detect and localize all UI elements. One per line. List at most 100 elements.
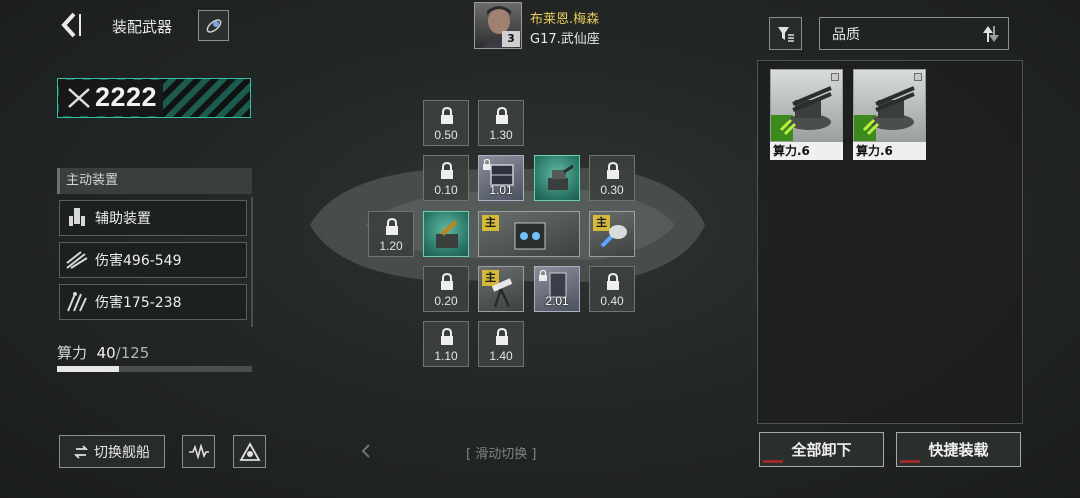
lock-icon <box>441 107 453 124</box>
cannon-icon <box>436 220 458 248</box>
lock-icon <box>386 218 398 235</box>
equipment-slot-locked[interactable]: 1.10 <box>423 321 469 367</box>
equipment-slot-cannon[interactable] <box>423 211 469 257</box>
lock-icon <box>607 162 619 179</box>
lock-icon <box>607 273 619 290</box>
slot-compute-value: 1.40 <box>489 349 513 363</box>
item-label: 算力.6 <box>853 142 926 160</box>
slot-compute-value: 1.30 <box>489 128 513 142</box>
launcher-icon <box>491 278 513 308</box>
switch-ship-label: 切换舰船 <box>94 444 150 461</box>
missile-damage-row[interactable]: 伤害496-549 <box>59 242 247 278</box>
panel-divider <box>251 197 253 327</box>
wave-button[interactable] <box>182 435 215 468</box>
unequip-all-button[interactable]: 全部卸下 <box>759 432 884 467</box>
unequip-all-label: 全部卸下 <box>791 441 852 459</box>
support-device-icon <box>69 208 85 226</box>
equipment-slot-locked[interactable]: 1.20 <box>368 211 414 257</box>
triangle-emblem-icon <box>238 441 261 461</box>
emblem-button[interactable] <box>233 435 266 468</box>
slot-compute-value: 2.01 <box>545 294 569 308</box>
pilot-avatar[interactable]: 3 <box>474 2 522 49</box>
quick-equip-label: 快捷装载 <box>928 441 989 459</box>
lock-icon <box>441 328 453 345</box>
item-label: 算力.6 <box>770 142 843 160</box>
equipment-slot-main-drill[interactable]: 主 <box>589 211 635 257</box>
equipment-slot-locked[interactable]: 0.20 <box>423 266 469 312</box>
equipment-slot-armor[interactable]: 2.01 <box>534 266 580 312</box>
inventory-item[interactable]: 算力.6 <box>770 69 843 161</box>
support-device-text: 辅助装置 <box>95 211 151 227</box>
drill-icon <box>600 225 627 248</box>
combat-power-box: 2222 <box>57 78 251 118</box>
combat-power-value: 2222 <box>95 82 158 112</box>
slot-compute-value: 0.40 <box>600 294 624 308</box>
slot-compute-value: 0.20 <box>434 294 458 308</box>
swipe-hint-text: [ 滑动切换 ] <box>466 447 537 462</box>
button-decoration <box>763 460 783 463</box>
equipment-slot-locked[interactable]: 0.50 <box>423 100 469 146</box>
equipment-slot-main-launcher[interactable]: 主 <box>478 266 524 312</box>
switch-ship-button[interactable]: 切换舰船 <box>59 435 165 468</box>
rocket-icon <box>206 18 221 33</box>
active-device-label: 主动装置 <box>57 168 252 194</box>
equipment-slot-locked[interactable]: 1.30 <box>478 100 524 146</box>
back-arrow-icon <box>61 12 81 38</box>
pilot-name: 布莱恩.梅森 <box>530 12 600 27</box>
slot-compute-value: 0.50 <box>434 128 458 142</box>
slot-compute-value: 1.10 <box>434 349 458 363</box>
page-title: 装配武器 <box>112 18 173 36</box>
equipment-slot-main-core[interactable]: 主 <box>478 211 580 257</box>
quick-equip-button[interactable]: 快捷装载 <box>896 432 1021 467</box>
equipment-slot-turret[interactable] <box>534 155 580 201</box>
missile-icon <box>66 251 88 269</box>
crossed-swords-icon <box>68 88 90 108</box>
sort-arrows-icon <box>983 26 999 42</box>
ship-name: G17.武仙座 <box>530 32 600 47</box>
equipment-slot-locked[interactable]: 0.30 <box>589 155 635 201</box>
equipment-slot-locked[interactable]: 0.40 <box>589 266 635 312</box>
swipe-hint-label: 滑动切换 <box>475 447 528 462</box>
slot-compute-value: 0.10 <box>434 183 458 197</box>
lock-icon <box>496 328 508 345</box>
compute-progress-bar <box>57 366 252 372</box>
filter-button[interactable] <box>769 17 802 50</box>
slot-compute-value: 1.20 <box>379 239 403 253</box>
quality-sort-label: 品质 <box>832 26 860 43</box>
compute-current: 40 <box>96 344 116 362</box>
compute-title: 算力 <box>57 344 88 362</box>
swap-icon <box>74 444 88 459</box>
quality-sort-select[interactable]: 品质 <box>819 17 1009 50</box>
lock-icon <box>441 273 453 290</box>
equipment-slot-hull-module[interactable]: 1.01 <box>478 155 524 201</box>
guide-button[interactable] <box>198 10 229 41</box>
lock-icon <box>441 162 453 179</box>
button-decoration <box>900 460 920 463</box>
compute-max: /125 <box>115 344 150 362</box>
wave-icon <box>188 443 209 460</box>
turret-icon <box>548 164 574 190</box>
chevron-left-icon[interactable] <box>360 443 372 459</box>
item-image <box>770 69 843 142</box>
missile-damage-text: 伤害496-549 <box>95 253 182 269</box>
equipment-slot-locked[interactable]: 1.40 <box>478 321 524 367</box>
support-device-row[interactable]: 辅助装置 <box>59 200 247 236</box>
core-module-icon <box>514 222 546 250</box>
equipment-slot-locked[interactable]: 0.10 <box>423 155 469 201</box>
slot-compute-value: 1.01 <box>489 183 513 197</box>
inventory-item[interactable]: 算力.6 <box>853 69 926 161</box>
item-image <box>853 69 926 142</box>
compute-label: 算力 40/125 <box>57 342 149 363</box>
flak-icon <box>67 292 87 312</box>
slot-compute-value: 0.30 <box>600 183 624 197</box>
turret-item-icon <box>862 86 915 136</box>
turret-item-icon <box>779 86 832 136</box>
pilot-level: 3 <box>502 31 520 47</box>
lock-icon <box>496 107 508 124</box>
flak-damage-row[interactable]: 伤害175-238 <box>59 284 247 320</box>
main-slot-tag: 主 <box>482 215 499 231</box>
filter-icon <box>777 26 794 42</box>
back-button[interactable] <box>56 8 86 42</box>
compute-progress-fill <box>57 366 120 372</box>
flak-damage-text: 伤害175-238 <box>95 295 182 311</box>
